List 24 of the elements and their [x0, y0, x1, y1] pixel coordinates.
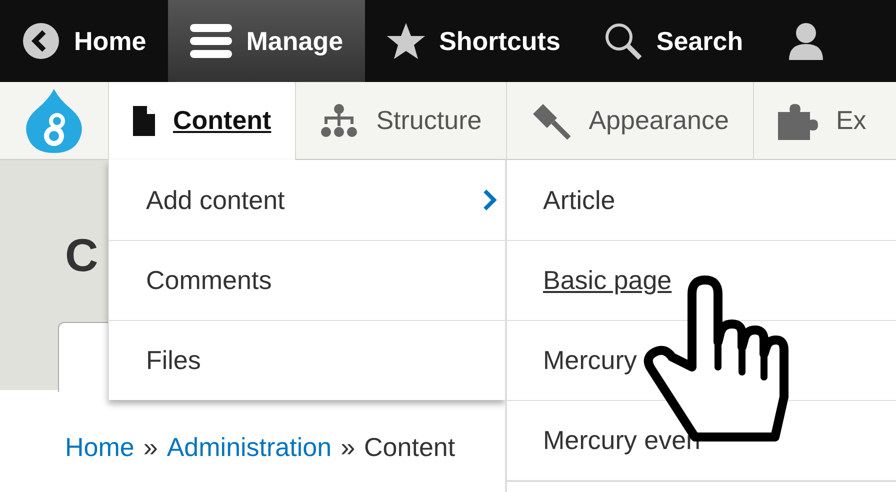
back-icon — [22, 22, 60, 60]
breadcrumb-current: Content — [364, 431, 456, 464]
user-icon — [787, 22, 826, 60]
tray-tab[interactable]: Ex — [752, 82, 890, 160]
submenu-item[interactable]: Article — [507, 160, 896, 240]
drupal-logo-icon[interactable] — [23, 88, 85, 152]
brush-icon — [530, 102, 571, 140]
star-icon — [387, 23, 426, 59]
search-icon — [604, 22, 642, 60]
document-icon — [133, 106, 155, 136]
menu-item[interactable]: Add content — [109, 160, 505, 240]
toolbar-tab[interactable]: Shortcuts — [365, 0, 582, 82]
puzzle-icon — [778, 102, 818, 140]
breadcrumb-separator: » — [340, 431, 356, 464]
page-title: C — [65, 228, 98, 283]
toolbar-tab[interactable]: Home — [0, 0, 168, 82]
breadcrumb-separator: » — [143, 431, 158, 464]
hierarchy-icon — [320, 104, 358, 138]
menu-icon — [190, 22, 232, 60]
tray-tab[interactable]: Content — [108, 82, 296, 160]
toolbar-tab[interactable]: Search — [582, 0, 766, 82]
breadcrumb-link[interactable]: Administration — [166, 428, 332, 467]
breadcrumb-link[interactable]: Home — [65, 428, 134, 467]
toolbar-tab[interactable]: Manage — [168, 0, 366, 82]
